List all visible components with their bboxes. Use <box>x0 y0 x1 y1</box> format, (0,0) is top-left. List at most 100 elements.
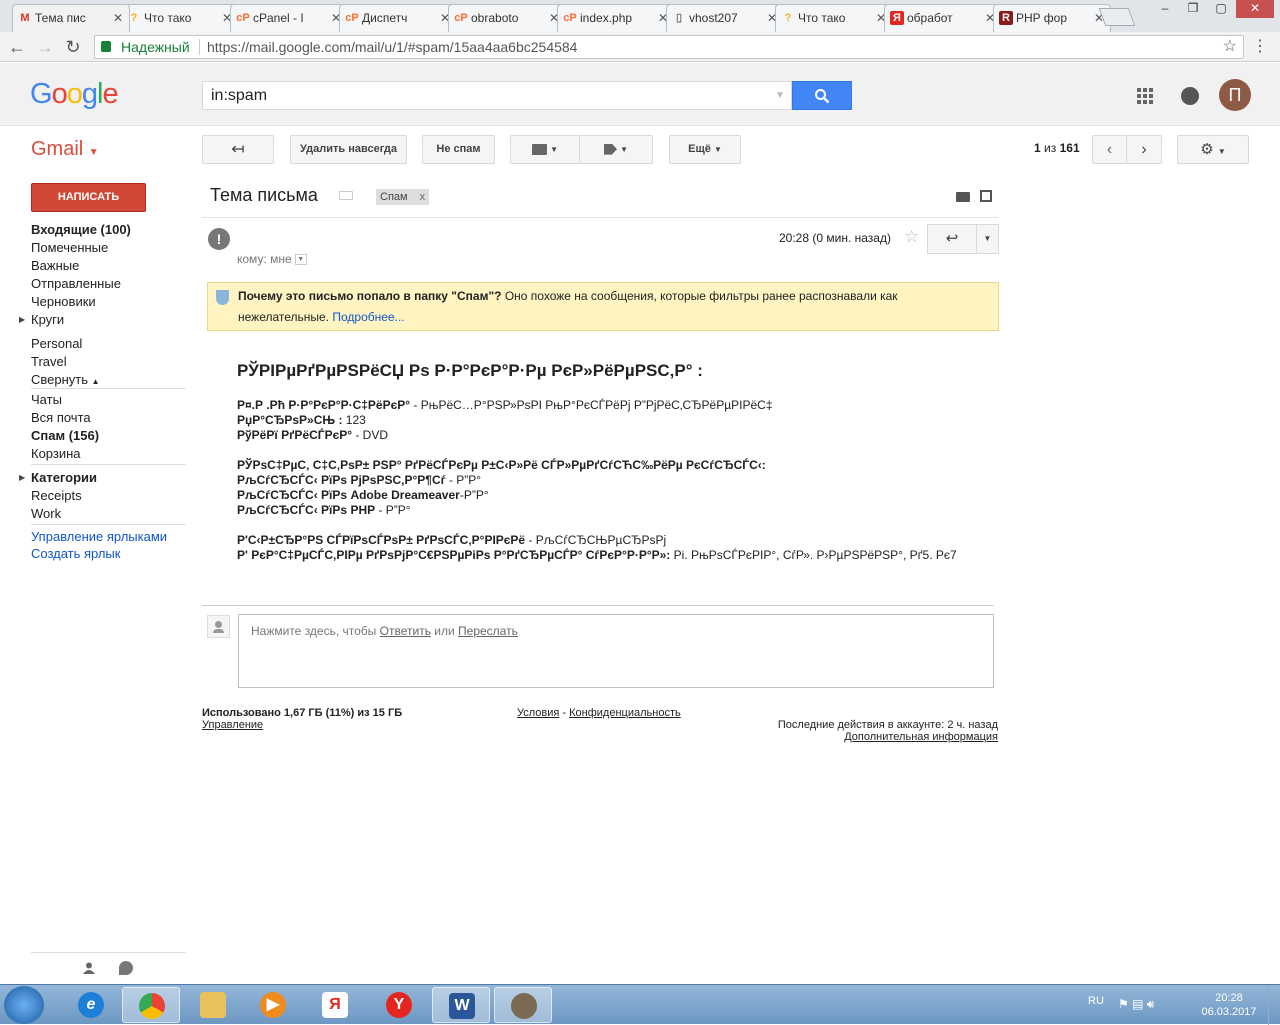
sidebar-item-categories[interactable]: Категории <box>31 470 97 485</box>
gimp-icon <box>511 993 537 1019</box>
gmail-favicon-icon: M <box>20 12 30 24</box>
open-new-window-icon[interactable] <box>980 190 992 202</box>
taskbar-yandex[interactable]: Y <box>370 987 428 1023</box>
labels-button[interactable]: ▼ <box>579 135 653 164</box>
network-icon[interactable]: ▤ <box>1132 997 1143 1011</box>
recipient-text: кому: мне <box>237 252 292 266</box>
privacy-link[interactable]: Конфиденциальность <box>569 707 681 719</box>
address-bar[interactable]: Надежный https://mail.google.com/mail/u/… <box>94 35 1244 59</box>
sidebar-item-circles[interactable]: Круги <box>31 312 64 327</box>
older-button[interactable]: › <box>1126 135 1162 164</box>
minimize-icon[interactable]: ‒ <box>1152 0 1178 18</box>
contacts-icon[interactable] <box>83 962 95 974</box>
delete-forever-button[interactable]: Удалить навсегда <box>290 135 407 164</box>
search-input[interactable]: in:spam ▼ <box>202 81 792 110</box>
move-to-button[interactable]: ▼ <box>510 135 580 164</box>
manage-labels-link[interactable]: Управление ярлыками <box>31 529 167 544</box>
browser-tab[interactable]: M Тема пис ✕ <box>12 4 130 32</box>
taskbar-media-player[interactable]: ▶ <box>244 987 302 1023</box>
browser-tab[interactable]: ▯ vhost207 ✕ <box>666 4 784 32</box>
cpanel-icon: cP <box>345 12 359 24</box>
sidebar-item-drafts[interactable]: Черновики <box>31 294 96 309</box>
browser-tab[interactable]: cP cPanel - I ✕ <box>230 4 348 32</box>
back-icon[interactable]: ← <box>6 36 28 58</box>
browser-tab[interactable]: cP obraboto ✕ <box>448 4 566 32</box>
browser-tab[interactable]: R PHP фор ✕ <box>993 4 1111 32</box>
start-button[interactable] <box>4 986 44 1024</box>
folder-icon <box>532 143 547 155</box>
reload-icon[interactable]: ↻ <box>62 36 84 58</box>
reply-button[interactable]: ↩ <box>927 224 977 254</box>
chrome-menu-icon[interactable]: ⋮ <box>1252 36 1268 56</box>
sidebar-item-spam[interactable]: Спам (156) <box>31 428 99 443</box>
back-to-spam-button[interactable]: ↤ <box>202 135 274 164</box>
show-details-icon[interactable]: ▼ <box>294 254 307 266</box>
taskbar-gimp[interactable] <box>494 987 552 1023</box>
sidebar-item-inbox[interactable]: Входящие (100) <box>31 222 131 237</box>
sidebar-item-work[interactable]: Work <box>31 506 61 521</box>
hangouts-icon[interactable] <box>119 961 133 975</box>
volume-icon[interactable]: 🔊︎ <box>1147 997 1155 1011</box>
more-button[interactable]: Ещё ▼ <box>669 135 741 164</box>
sidebar-item-starred[interactable]: Помеченные <box>31 240 108 255</box>
create-label-link[interactable]: Создать ярлык <box>31 546 120 561</box>
tab-close-icon[interactable]: ✕ <box>113 5 123 31</box>
terms-link[interactable]: Условия <box>517 707 559 719</box>
compose-button[interactable]: НАПИСАТЬ <box>31 183 146 212</box>
body-line-value: - Р”Р° <box>445 473 482 487</box>
sidebar-item-collapse[interactable]: Свернуть ▲ <box>31 372 100 387</box>
google-logo[interactable]: Google <box>30 78 119 111</box>
taskbar-yandex-browser[interactable]: Я <box>306 987 364 1023</box>
browser-tab[interactable]: ? Что тако ✕ <box>121 4 239 32</box>
activity-details-link[interactable]: Дополнительная информация <box>844 731 998 743</box>
browser-tab[interactable]: Я обработ ✕ <box>884 4 1002 32</box>
apps-grid-icon[interactable] <box>1137 88 1153 104</box>
settings-button[interactable]: ⚙ ▼ <box>1177 135 1249 164</box>
newer-button[interactable]: ‹ <box>1092 135 1127 164</box>
remove-label-icon[interactable]: x <box>420 191 426 203</box>
not-spam-button[interactable]: Не спам <box>422 135 495 164</box>
sidebar-item-receipts[interactable]: Receipts <box>31 488 82 503</box>
taskbar-chrome[interactable] <box>122 987 180 1023</box>
show-desktop-button[interactable] <box>1268 985 1280 1025</box>
maximize-icon[interactable]: ▢ <box>1208 0 1234 18</box>
expand-triangle-icon[interactable]: ▶ <box>19 473 25 482</box>
gmail-menu[interactable]: Gmail ▼ <box>31 138 99 161</box>
restore-icon[interactable]: ❐ <box>1180 0 1206 18</box>
browser-tab[interactable]: ? Что тако ✕ <box>775 4 893 32</box>
sidebar-item-personal[interactable]: Personal <box>31 336 82 351</box>
print-icon[interactable] <box>956 192 970 202</box>
expand-triangle-icon[interactable]: ▶ <box>19 315 25 324</box>
taskbar-ie[interactable]: e <box>62 987 120 1023</box>
sidebar-item-sent[interactable]: Отправленные <box>31 276 121 291</box>
bookmark-star-icon[interactable]: ☆ <box>1223 36 1237 58</box>
sidebar-item-chats[interactable]: Чаты <box>31 392 62 407</box>
taskbar-explorer[interactable] <box>184 987 242 1023</box>
action-center-icon[interactable]: ⚑ <box>1118 997 1129 1011</box>
avatar[interactable]: П <box>1219 79 1251 111</box>
input-language[interactable]: RU <box>1088 995 1104 1007</box>
spam-label-chip: Спам x <box>376 189 430 205</box>
clock[interactable]: 20:28 06.03.2017 <box>1200 991 1258 1019</box>
close-window-icon[interactable]: ✕ <box>1236 0 1274 18</box>
sidebar-item-trash[interactable]: Корзина <box>31 446 81 461</box>
forward-link[interactable]: Переслать <box>458 624 518 638</box>
star-icon[interactable]: ☆ <box>904 227 919 247</box>
notifications-bell-icon[interactable] <box>1181 87 1199 105</box>
sidebar-item-all-mail[interactable]: Вся почта <box>31 410 91 425</box>
label-tag-icon[interactable] <box>339 191 353 200</box>
reply-link[interactable]: Ответить <box>380 624 431 638</box>
browser-tab[interactable]: cP index.php ✕ <box>557 4 675 32</box>
sidebar-item-travel[interactable]: Travel <box>31 354 67 369</box>
sidebar-item-important[interactable]: Важные <box>31 258 79 273</box>
quick-reply-box[interactable]: Нажмите здесь, чтобы Ответить или Пересл… <box>238 614 994 688</box>
learn-more-link[interactable]: Подробнее... <box>332 310 404 324</box>
new-tab-button[interactable] <box>1098 8 1136 26</box>
more-actions-button[interactable]: ▼ <box>976 224 999 254</box>
search-options-icon[interactable]: ▼ <box>775 82 785 109</box>
forward-icon[interactable]: → <box>34 36 56 58</box>
browser-tab[interactable]: cP Диспетч ✕ <box>339 4 457 32</box>
search-button[interactable] <box>792 81 852 110</box>
taskbar-word[interactable]: W <box>432 987 490 1023</box>
manage-storage-link[interactable]: Управление <box>202 719 263 731</box>
